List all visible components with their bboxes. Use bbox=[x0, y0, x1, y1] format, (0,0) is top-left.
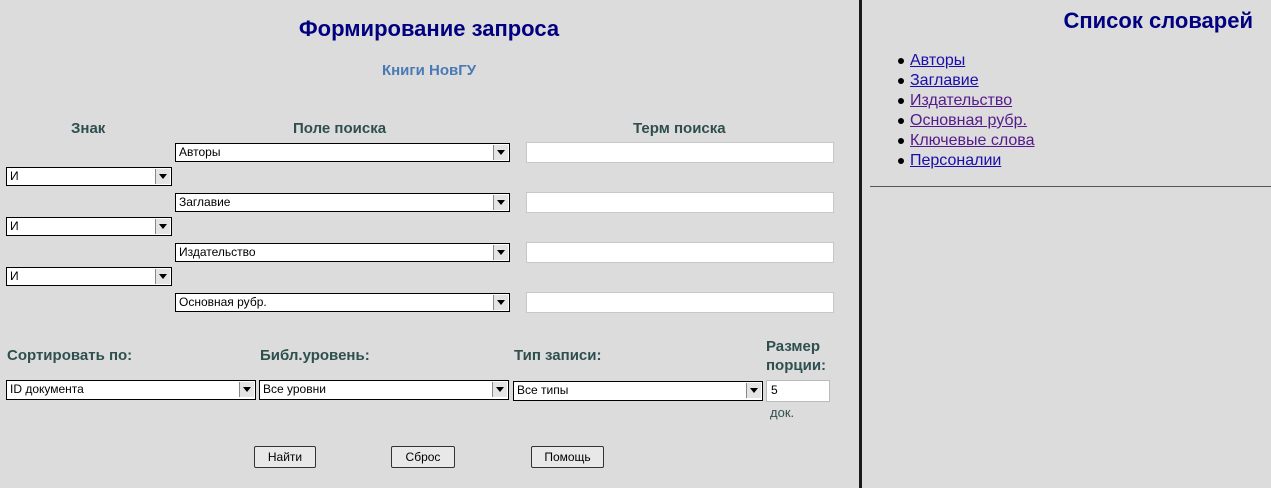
search-term-input-4[interactable] bbox=[526, 292, 834, 313]
search-field-value: Заглавие bbox=[179, 195, 231, 209]
search-field-select-4[interactable]: Основная рубр. bbox=[175, 293, 510, 312]
chevron-down-icon bbox=[239, 382, 254, 397]
level-label: Библ.уровень: bbox=[260, 347, 370, 364]
list-item: Персоналии bbox=[890, 151, 1035, 171]
query-form-panel: Формирование запроса Книги НовГУ Знак По… bbox=[0, 0, 858, 488]
chevron-down-icon bbox=[492, 382, 507, 397]
list-item: Заглавие bbox=[890, 71, 1035, 91]
bullet-icon bbox=[898, 158, 904, 164]
dictionary-link-keywords[interactable]: Ключевые слова bbox=[910, 132, 1035, 149]
sort-value: ID документа bbox=[10, 382, 84, 396]
bullet-icon bbox=[898, 98, 904, 104]
chevron-down-icon bbox=[155, 219, 170, 234]
chevron-down-icon bbox=[493, 195, 508, 210]
sort-label: Сортировать по: bbox=[7, 347, 133, 364]
sort-select[interactable]: ID документа bbox=[6, 380, 256, 400]
header-search-term: Терм поиска bbox=[633, 120, 726, 137]
level-value: Все уровни bbox=[263, 382, 326, 396]
dictionary-link-authors[interactable]: Авторы bbox=[910, 52, 965, 69]
chevron-down-icon bbox=[493, 245, 508, 260]
record-type-select[interactable]: Все типы bbox=[513, 381, 763, 401]
portion-size-input[interactable]: 5 bbox=[766, 380, 830, 402]
search-field-value: Издательство bbox=[179, 245, 256, 259]
dictionary-link-title[interactable]: Заглавие bbox=[910, 72, 979, 89]
bullet-icon bbox=[898, 138, 904, 144]
chevron-down-icon bbox=[746, 383, 761, 398]
search-field-select-3[interactable]: Издательство bbox=[175, 243, 510, 262]
search-term-input-2[interactable] bbox=[526, 192, 834, 213]
search-term-input-1[interactable] bbox=[526, 142, 834, 163]
bullet-icon bbox=[898, 58, 904, 64]
portion-size-label: Размер порции: bbox=[766, 337, 826, 375]
header-sign: Знак bbox=[71, 120, 106, 137]
horizontal-rule bbox=[870, 186, 1271, 187]
search-field-select-1[interactable]: Авторы bbox=[175, 143, 510, 162]
portion-label-line2: порции: bbox=[766, 357, 827, 374]
record-type-label: Тип записи: bbox=[514, 347, 602, 364]
search-field-select-2[interactable]: Заглавие bbox=[175, 193, 510, 212]
dictionaries-title: Список словарей bbox=[1063, 8, 1253, 33]
operator-select-1[interactable]: И bbox=[6, 167, 172, 186]
dictionary-link-main-heading[interactable]: Основная рубр. bbox=[910, 112, 1027, 129]
bullet-icon bbox=[898, 78, 904, 84]
dictionaries-panel: Список словарей Авторы Заглавие Издатель… bbox=[862, 0, 1271, 488]
header-search-field: Поле поиска bbox=[293, 120, 387, 137]
operator-value: И bbox=[10, 169, 19, 183]
bullet-icon bbox=[898, 118, 904, 124]
chevron-down-icon bbox=[155, 169, 170, 184]
level-select[interactable]: Все уровни bbox=[259, 380, 509, 400]
operator-value: И bbox=[10, 269, 19, 283]
help-button[interactable]: Помощь bbox=[531, 446, 604, 468]
chevron-down-icon bbox=[493, 295, 508, 310]
list-item: Основная рубр. bbox=[890, 111, 1035, 131]
database-name: Книги НовГУ bbox=[381, 62, 477, 79]
operator-value: И bbox=[10, 219, 19, 233]
operator-select-2[interactable]: И bbox=[6, 217, 172, 236]
search-term-input-3[interactable] bbox=[526, 242, 834, 263]
dictionary-link-persons[interactable]: Персоналии bbox=[910, 152, 1001, 169]
record-type-value: Все типы bbox=[517, 383, 569, 397]
portion-unit: док. bbox=[770, 405, 795, 420]
list-item: Ключевые слова bbox=[890, 131, 1035, 151]
dictionaries-list: Авторы Заглавие Издательство Основная ру… bbox=[890, 51, 1035, 171]
reset-button[interactable]: Сброс bbox=[391, 446, 455, 468]
list-item: Издательство bbox=[890, 91, 1035, 111]
page-title: Формирование запроса bbox=[298, 16, 560, 41]
search-field-value: Основная рубр. bbox=[179, 295, 267, 309]
portion-label-line1: Размер bbox=[766, 338, 821, 355]
operator-select-3[interactable]: И bbox=[6, 267, 172, 286]
find-button[interactable]: Найти bbox=[254, 446, 316, 468]
dictionary-link-publisher[interactable]: Издательство bbox=[910, 92, 1012, 109]
list-item: Авторы bbox=[890, 51, 1035, 71]
chevron-down-icon bbox=[155, 269, 170, 284]
chevron-down-icon bbox=[493, 145, 508, 160]
search-field-value: Авторы bbox=[179, 145, 221, 159]
